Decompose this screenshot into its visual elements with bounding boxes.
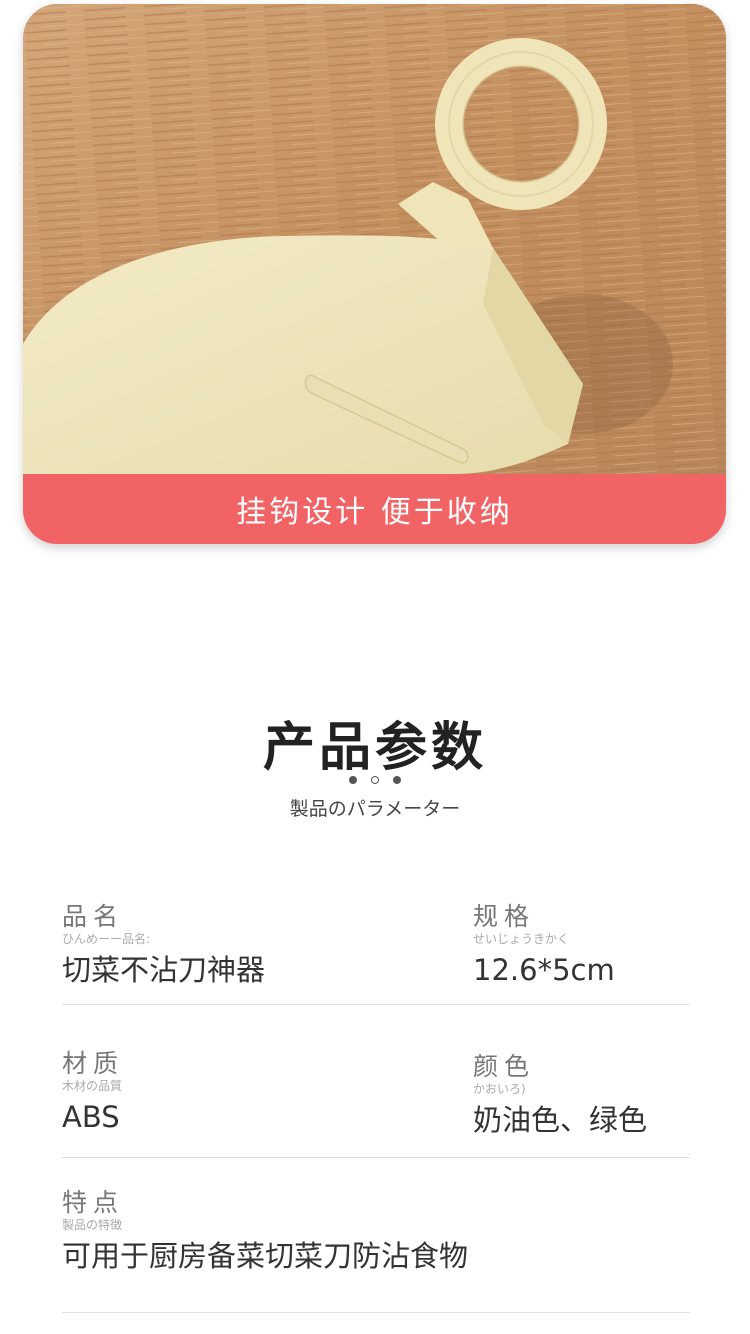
- param-color: 颜色 かおいろ) 奶油色、绿色: [473, 1052, 647, 1138]
- param-size: 规格 せいじょうきかく 12.6*5cm: [473, 902, 615, 988]
- param-size-ruby: せいじょうきかく: [473, 932, 570, 946]
- dot-hollow-icon: [371, 776, 379, 784]
- dot-filled-icon: [393, 776, 401, 784]
- title-dots: [0, 776, 750, 784]
- param-name: 品名 ひんめーー品名: 切菜不沾刀神器: [62, 902, 265, 988]
- param-size-label: 规格: [473, 902, 536, 931]
- param-material-value: ABS: [62, 1100, 120, 1134]
- hero-card: 挂钩设计 便于收纳: [23, 4, 726, 544]
- param-material-ruby: 木材の品質: [62, 1079, 123, 1093]
- param-name-value: 切菜不沾刀神器: [62, 953, 266, 987]
- dot-filled-icon: [349, 776, 357, 784]
- divider: [62, 1157, 690, 1158]
- section-title: 产品参数: [262, 718, 487, 778]
- param-feature-ruby: 製品の特徴: [62, 1218, 123, 1232]
- param-feature-label: 特点: [62, 1188, 125, 1217]
- param-feature-value: 可用于厨房备菜切菜刀防沾食物: [62, 1239, 469, 1273]
- param-color-ruby: かおいろ): [473, 1082, 526, 1096]
- divider: [62, 1004, 690, 1005]
- divider: [62, 1312, 690, 1313]
- hero-banner: 挂钩设计 便于收纳: [23, 474, 726, 544]
- param-size-value: 12.6*5cm: [473, 953, 615, 987]
- param-feature: 特点 製品の特徴 可用于厨房备菜切菜刀防沾食物: [62, 1188, 468, 1274]
- section-subtitle: 製品のパラメーター: [289, 798, 461, 820]
- param-material: 材质 木材の品質 ABS: [62, 1049, 124, 1135]
- param-color-value: 奶油色、绿色: [473, 1103, 648, 1137]
- product-photo: [23, 4, 726, 474]
- param-material-label: 材质: [62, 1049, 125, 1078]
- param-name-ruby: ひんめーー品名:: [62, 932, 151, 946]
- param-color-label: 颜色: [473, 1052, 536, 1081]
- param-name-label: 品名: [62, 902, 125, 931]
- hero-banner-text: 挂钩设计 便于收纳: [236, 495, 513, 530]
